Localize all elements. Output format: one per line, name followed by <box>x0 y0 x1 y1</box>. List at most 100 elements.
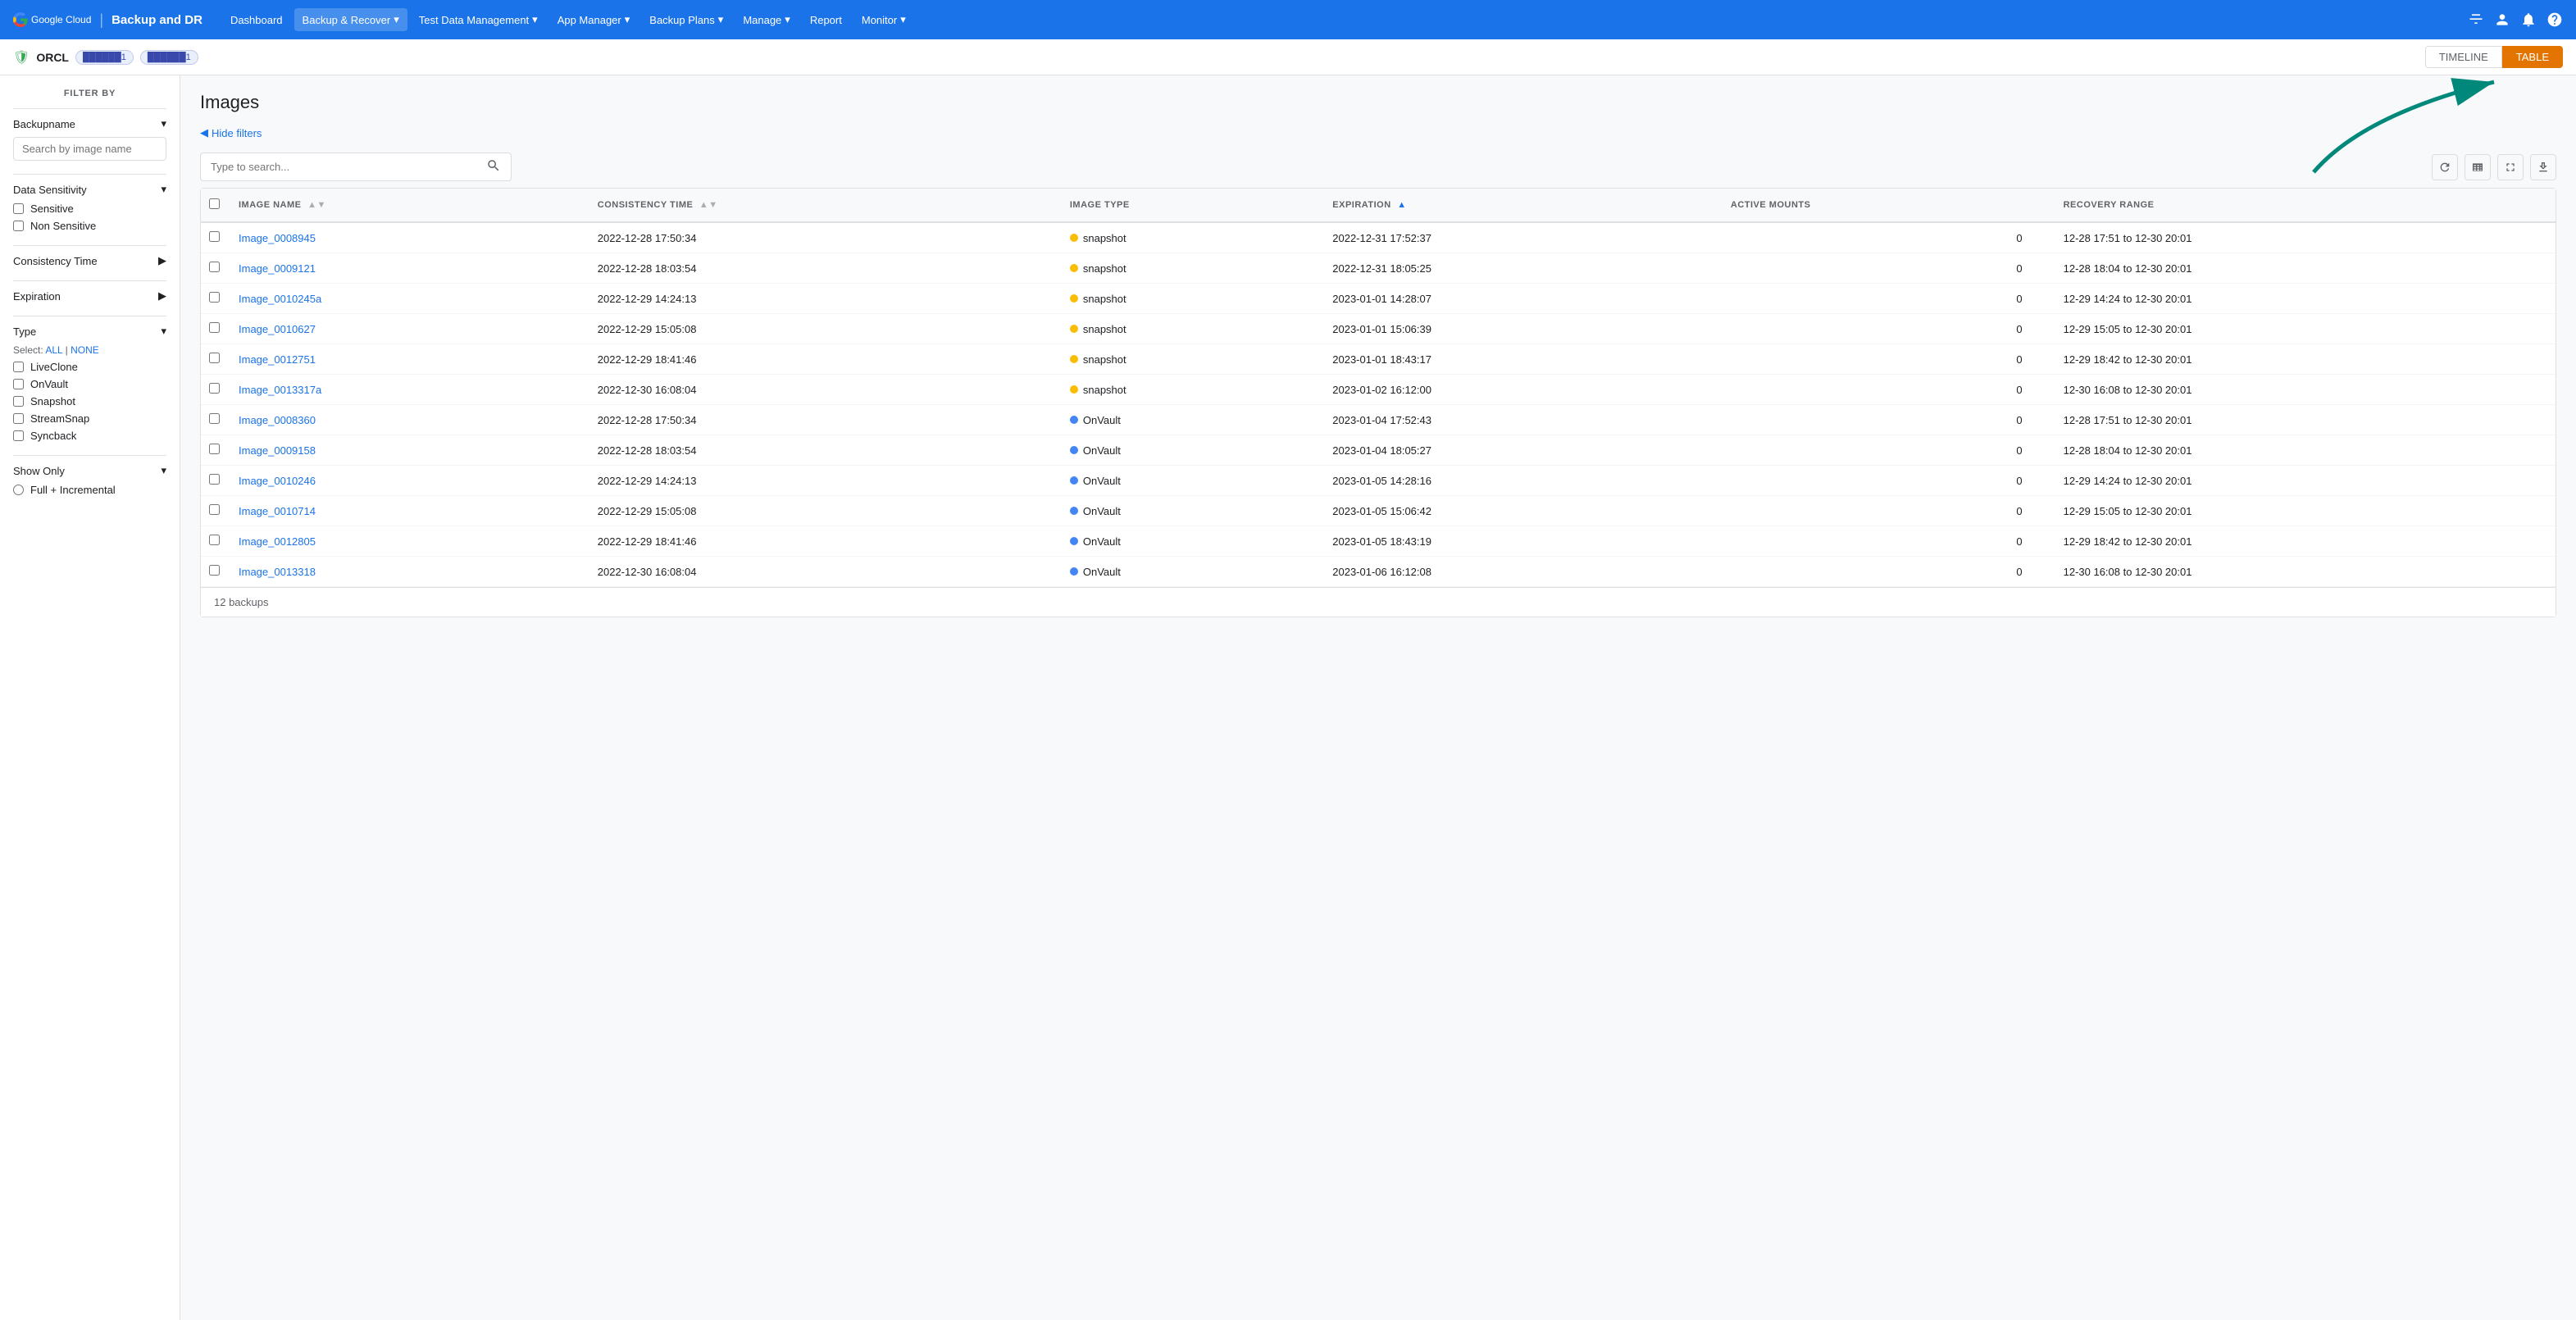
row-recovery-range: 12-30 16:08 to 12-30 20:01 <box>2055 557 2556 587</box>
nav-manage[interactable]: Manage ▾ <box>735 8 799 31</box>
col-active-mounts[interactable]: ACTIVE MOUNTS <box>1723 189 2055 222</box>
nav-links: Dashboard Backup & Recover ▾ Test Data M… <box>222 8 914 31</box>
refresh-button[interactable] <box>2432 154 2458 180</box>
google-icon <box>13 12 28 27</box>
row-checkbox-cell <box>201 314 230 344</box>
chevron-down-icon: ▾ <box>718 13 724 26</box>
row-consistency-time: 2022-12-29 15:05:08 <box>589 314 1062 344</box>
table-row: Image_0013317a 2022-12-30 16:08:04 snaps… <box>201 375 2556 405</box>
table-row: Image_0013318 2022-12-30 16:08:04 OnVaul… <box>201 557 2556 587</box>
sort-expiration-desc: ▲ <box>1397 200 1406 210</box>
help-icon[interactable] <box>2546 11 2563 28</box>
download-button[interactable] <box>2530 154 2556 180</box>
filter-consistency-header[interactable]: Consistency Time ▶ <box>13 254 166 267</box>
filter-show-only: Show Only ▾ Full + Incremental <box>13 455 166 496</box>
instance-name: ORCL <box>36 51 69 64</box>
row-checkbox[interactable] <box>209 504 220 515</box>
row-image-name: Image_0013317a <box>230 375 589 405</box>
table-row: Image_0009158 2022-12-28 18:03:54 OnVaul… <box>201 435 2556 466</box>
nav-test-data[interactable]: Test Data Management ▾ <box>411 8 546 31</box>
type-dot <box>1070 355 1078 363</box>
notification-icon[interactable] <box>2520 11 2537 28</box>
row-checkbox[interactable] <box>209 413 220 424</box>
nav-monitor[interactable]: Monitor ▾ <box>853 8 914 31</box>
col-image-name[interactable]: IMAGE NAME ▲▼ <box>230 189 589 222</box>
fullscreen-button[interactable] <box>2497 154 2524 180</box>
col-consistency-time[interactable]: CONSISTENCY TIME ▲▼ <box>589 189 1062 222</box>
nav-backup-plans[interactable]: Backup Plans ▾ <box>641 8 731 31</box>
nav-backup-recover[interactable]: Backup & Recover ▾ <box>294 8 407 31</box>
select-row: Select: ALL | NONE <box>13 344 166 356</box>
row-checkbox-cell <box>201 526 230 557</box>
snapshot-checkbox[interactable] <box>13 396 24 407</box>
nav-report[interactable]: Report <box>802 9 850 31</box>
row-consistency-time: 2022-12-30 16:08:04 <box>589 557 1062 587</box>
type-dot <box>1070 507 1078 515</box>
filter-backupname-header[interactable]: Backupname ▾ <box>13 117 166 130</box>
nav-dashboard[interactable]: Dashboard <box>222 9 291 31</box>
row-consistency-time: 2022-12-29 18:41:46 <box>589 526 1062 557</box>
filter-expiration-header[interactable]: Expiration ▶ <box>13 289 166 303</box>
select-all-header[interactable] <box>201 189 230 222</box>
row-checkbox-cell <box>201 496 230 526</box>
row-checkbox[interactable] <box>209 565 220 576</box>
col-expiration[interactable]: EXPIRATION ▲ <box>1324 189 1723 222</box>
row-active-mounts: 0 <box>1723 375 2055 405</box>
filter-expiration: Expiration ▶ <box>13 280 166 303</box>
timeline-button[interactable]: TIMELINE <box>2425 46 2502 68</box>
filter-backupname: Backupname ▾ <box>13 108 166 161</box>
row-checkbox[interactable] <box>209 322 220 333</box>
filter-icon[interactable] <box>2468 11 2484 28</box>
search-icon[interactable] <box>486 158 501 175</box>
filter-expiration-label: Expiration <box>13 290 61 303</box>
streamsnap-label: StreamSnap <box>30 412 89 425</box>
row-checkbox[interactable] <box>209 353 220 363</box>
type-dot <box>1070 567 1078 576</box>
filter-show-only-header[interactable]: Show Only ▾ <box>13 464 166 477</box>
row-expiration: 2023-01-04 17:52:43 <box>1324 405 1723 435</box>
row-consistency-time: 2022-12-28 17:50:34 <box>589 222 1062 253</box>
nav-app-manager[interactable]: App Manager ▾ <box>549 8 639 31</box>
row-checkbox[interactable] <box>209 444 220 454</box>
onvault-checkbox[interactable] <box>13 379 24 389</box>
non-sensitive-checkbox[interactable] <box>13 221 24 231</box>
sensitive-checkbox[interactable] <box>13 203 24 214</box>
row-active-mounts: 0 <box>1723 496 2055 526</box>
row-checkbox[interactable] <box>209 231 220 242</box>
syncback-checkbox[interactable] <box>13 430 24 441</box>
type-label: snapshot <box>1083 262 1126 275</box>
account-icon[interactable] <box>2494 11 2510 28</box>
hide-filters-link[interactable]: ◀ Hide filters <box>200 126 2556 139</box>
table-button[interactable]: TABLE <box>2502 46 2563 68</box>
row-image-name: Image_0009158 <box>230 435 589 466</box>
row-checkbox[interactable] <box>209 474 220 485</box>
type-streamsnap: StreamSnap <box>13 412 166 425</box>
row-recovery-range: 12-29 15:05 to 12-30 20:01 <box>2055 496 2556 526</box>
liveclone-checkbox[interactable] <box>13 362 24 372</box>
full-incremental-radio[interactable] <box>13 485 24 495</box>
full-incremental-label: Full + Incremental <box>30 484 116 496</box>
row-checkbox-cell <box>201 344 230 375</box>
row-checkbox[interactable] <box>209 535 220 545</box>
type-label: snapshot <box>1083 353 1126 366</box>
streamsnap-checkbox[interactable] <box>13 413 24 424</box>
row-checkbox[interactable] <box>209 383 220 394</box>
image-name-search[interactable] <box>13 137 166 161</box>
type-dot <box>1070 537 1078 545</box>
filter-sensitivity-header[interactable]: Data Sensitivity ▾ <box>13 183 166 196</box>
columns-button[interactable] <box>2464 154 2491 180</box>
sidebar: FILTER BY Backupname ▾ Data Sensitivity … <box>0 75 180 1320</box>
row-checkbox[interactable] <box>209 292 220 303</box>
select-all-checkbox[interactable] <box>209 198 220 209</box>
row-image-name: Image_0012751 <box>230 344 589 375</box>
col-image-type[interactable]: IMAGE TYPE <box>1062 189 1324 222</box>
row-checkbox[interactable] <box>209 262 220 272</box>
select-all-link[interactable]: ALL <box>45 344 62 356</box>
select-none-link[interactable]: NONE <box>71 344 99 356</box>
row-expiration: 2022-12-31 17:52:37 <box>1324 222 1723 253</box>
filter-type-header[interactable]: Type ▾ <box>13 325 166 338</box>
row-recovery-range: 12-29 15:05 to 12-30 20:01 <box>2055 314 2556 344</box>
search-input[interactable] <box>211 161 486 173</box>
col-recovery-range[interactable]: RECOVERY RANGE <box>2055 189 2556 222</box>
row-recovery-range: 12-29 14:24 to 12-30 20:01 <box>2055 466 2556 496</box>
